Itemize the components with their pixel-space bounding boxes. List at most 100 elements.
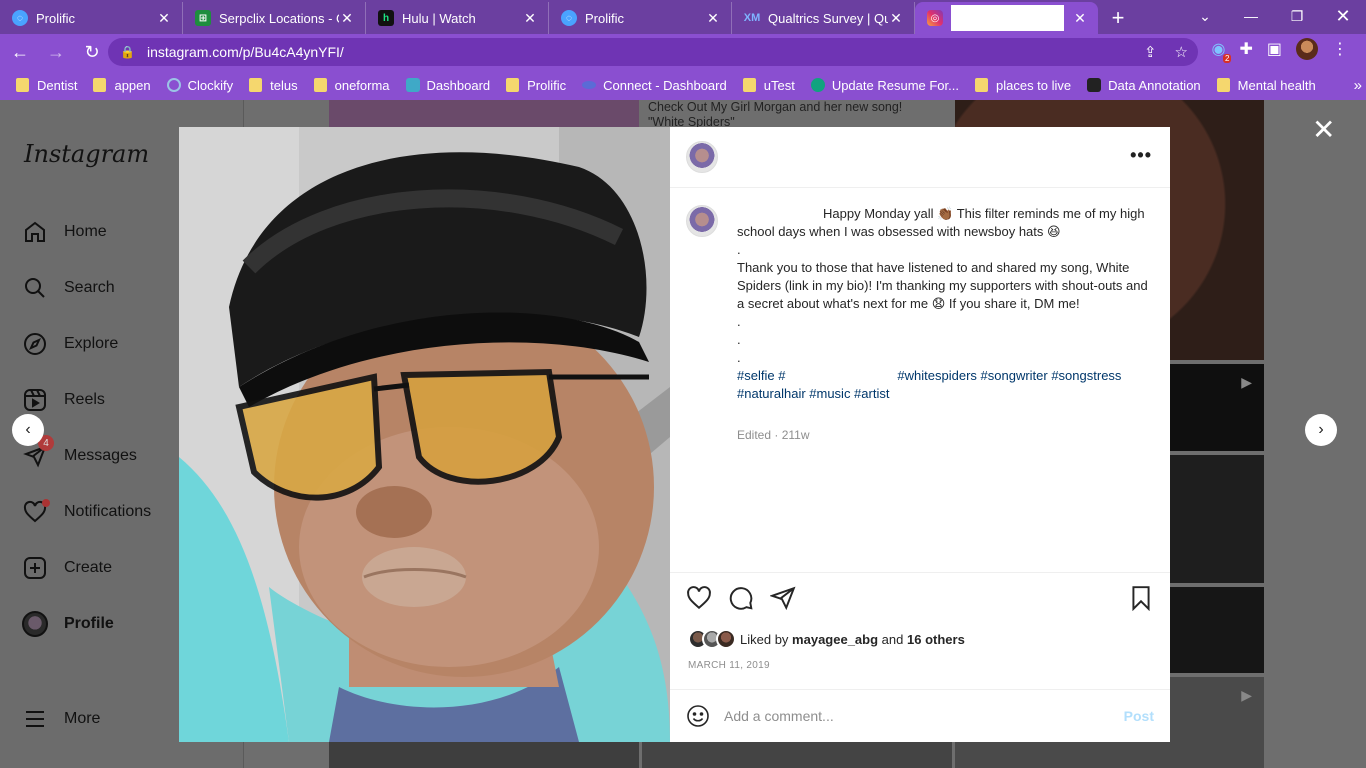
edited-timestamp: Edited · 211w: [737, 428, 810, 442]
bg-post-caption: Check Out My Girl Morgan and her new son…: [648, 100, 903, 129]
data-annotation-icon: [1087, 78, 1102, 92]
comment-input[interactable]: [724, 708, 1104, 724]
bookmark-label: Update Resume For...: [831, 77, 959, 93]
back-button[interactable]: ←: [4, 36, 36, 68]
liked-by-username[interactable]: mayagee_abg: [792, 632, 878, 647]
bookmark-places-to-live[interactable]: places to live: [974, 78, 1071, 93]
share-paper-plane-icon[interactable]: [770, 585, 796, 611]
explore-icon: [22, 331, 48, 357]
close-tab-icon[interactable]: ✕: [522, 10, 538, 27]
qualtrics-icon: XM: [743, 12, 761, 24]
hashtags-line-2[interactable]: #whitespiders #songwriter #songstress: [897, 368, 1121, 383]
prolific-icon: ◌: [561, 10, 577, 26]
new-tab-button[interactable]: +: [1098, 2, 1138, 34]
nav-label: Notifications: [64, 503, 152, 520]
bookmark-label: Dentist: [37, 77, 78, 93]
liked-by-and: and: [881, 631, 904, 647]
nav-label: Home: [64, 223, 107, 240]
bookmark-star-icon[interactable]: ☆: [1175, 43, 1188, 61]
more-options-icon[interactable]: •••: [1130, 145, 1152, 166]
comment-bubble-icon[interactable]: [728, 585, 754, 611]
browser-toolbar: ← → ↻ 🔒 instagram.com/p/Bu4cA4ynYFI/ ⇪ ☆…: [0, 34, 1366, 70]
extensions-puzzle-icon[interactable]: ✚: [1239, 39, 1252, 59]
bookmark-oneforma[interactable]: oneforma: [313, 77, 390, 93]
bookmark-mental-health[interactable]: Mental health: [1216, 78, 1316, 93]
emoji-icon[interactable]: [686, 704, 710, 728]
tab-instagram[interactable]: ◎ ✕: [915, 2, 1098, 34]
forward-button[interactable]: →: [40, 36, 72, 68]
liked-by-others-link[interactable]: 16 others: [907, 632, 965, 647]
close-modal-button[interactable]: ✕: [1312, 116, 1335, 144]
close-tab-icon[interactable]: ✕: [888, 10, 904, 27]
bookmark-connect-dashboard[interactable]: Connect - Dashboard: [582, 78, 727, 93]
hamburger-icon: [22, 706, 48, 732]
minimize-button[interactable]: —: [1228, 0, 1274, 32]
share-icon[interactable]: ⇪: [1144, 43, 1157, 61]
nav-messages[interactable]: 4 Messages: [22, 435, 137, 471]
bookmark-telus[interactable]: telus: [249, 77, 298, 93]
tab-prolific-2[interactable]: ◌ Prolific ✕: [549, 2, 732, 34]
post-photo: [179, 127, 670, 742]
bookmark-prolific[interactable]: Prolific: [506, 78, 566, 93]
tab-title-redacted: [951, 5, 1064, 31]
comment-bar: Post: [670, 689, 1170, 742]
bookmark-data-annotation[interactable]: Data Annotation: [1087, 78, 1201, 93]
side-panel-icon[interactable]: ▣: [1267, 39, 1282, 59]
tab-prolific-1[interactable]: ◌ Prolific ✕: [0, 2, 183, 34]
bookmark-utest[interactable]: uTest: [742, 78, 795, 93]
nav-home[interactable]: Home: [22, 217, 107, 247]
nav-label: Reels: [64, 391, 105, 408]
menu-dots-icon[interactable]: ⋮: [1332, 39, 1348, 59]
folder-icon: [974, 78, 988, 92]
nav-label: More: [64, 710, 101, 727]
nav-explore[interactable]: Explore: [22, 329, 118, 359]
hashtags-line-3[interactable]: #naturalhair #music #artist: [737, 386, 889, 401]
bookmark-update-resume[interactable]: Update Resume For...: [810, 77, 959, 93]
bookmark-label: appen: [114, 77, 151, 93]
bookmarks-overflow-button[interactable]: »: [1354, 77, 1362, 94]
close-tab-icon[interactable]: ✕: [1072, 10, 1088, 27]
previous-post-button[interactable]: ‹: [12, 414, 44, 446]
bookmark-appen[interactable]: appen: [93, 77, 151, 93]
close-tab-icon[interactable]: ✕: [156, 10, 172, 27]
nav-reels[interactable]: Reels: [22, 385, 105, 415]
notification-dot: [42, 499, 50, 507]
like-heart-icon[interactable]: [686, 585, 712, 611]
bookmark-label: oneforma: [334, 77, 390, 93]
tab-hulu[interactable]: h Hulu | Watch ✕: [366, 2, 549, 34]
nav-notifications[interactable]: Notifications: [22, 497, 151, 527]
nav-search[interactable]: Search: [22, 273, 115, 303]
close-tab-icon[interactable]: ✕: [339, 10, 355, 27]
author-avatar[interactable]: [686, 205, 718, 237]
save-bookmark-icon[interactable]: [1128, 585, 1154, 611]
tab-qualtrics[interactable]: XM Qualtrics Survey | Qua ✕: [732, 2, 915, 34]
address-bar[interactable]: 🔒 instagram.com/p/Bu4cA4ynYFI/ ⇪ ☆: [108, 38, 1198, 66]
bookmark-clockify[interactable]: Clockify: [166, 78, 233, 93]
instagram-logo[interactable]: Instagram: [24, 140, 149, 168]
close-window-button[interactable]: ✕: [1320, 0, 1366, 32]
profile-avatar[interactable]: [1296, 38, 1318, 60]
nav-profile[interactable]: Profile: [22, 609, 114, 639]
nav-more[interactable]: More: [22, 704, 100, 734]
chevron-right-icon: ›: [1318, 421, 1324, 438]
bookmark-dentist[interactable]: Dentist: [16, 78, 77, 93]
post-comment-button[interactable]: Post: [1124, 708, 1154, 724]
next-post-button[interactable]: ›: [1305, 414, 1337, 446]
bg-post-thumbnail: [329, 100, 639, 127]
extension-icon[interactable]: ◉ 2: [1212, 39, 1232, 63]
close-tab-icon[interactable]: ✕: [705, 10, 721, 27]
tab-serpclix[interactable]: ⊞ Serpclix Locations - Go ✕: [183, 2, 366, 34]
restore-button[interactable]: ❐: [1274, 0, 1320, 32]
bookmark-label: telus: [270, 77, 298, 93]
author-avatar[interactable]: [686, 141, 718, 173]
nav-create[interactable]: Create: [22, 553, 112, 583]
bookmark-dashboard[interactable]: Dashboard: [405, 78, 490, 93]
chevron-left-icon: ‹: [25, 421, 31, 438]
bookmarks-bar: Dentist appen Clockify telus oneforma Da…: [0, 70, 1366, 100]
dashboard-icon: [405, 78, 420, 92]
tab-search-icon[interactable]: ⌄: [1182, 0, 1228, 32]
bookmark-label: Prolific: [527, 77, 567, 93]
hashtags-line-1[interactable]: #selfie #: [737, 368, 785, 383]
reload-button[interactable]: ↻: [76, 36, 108, 68]
liker-avatars: [688, 629, 736, 649]
